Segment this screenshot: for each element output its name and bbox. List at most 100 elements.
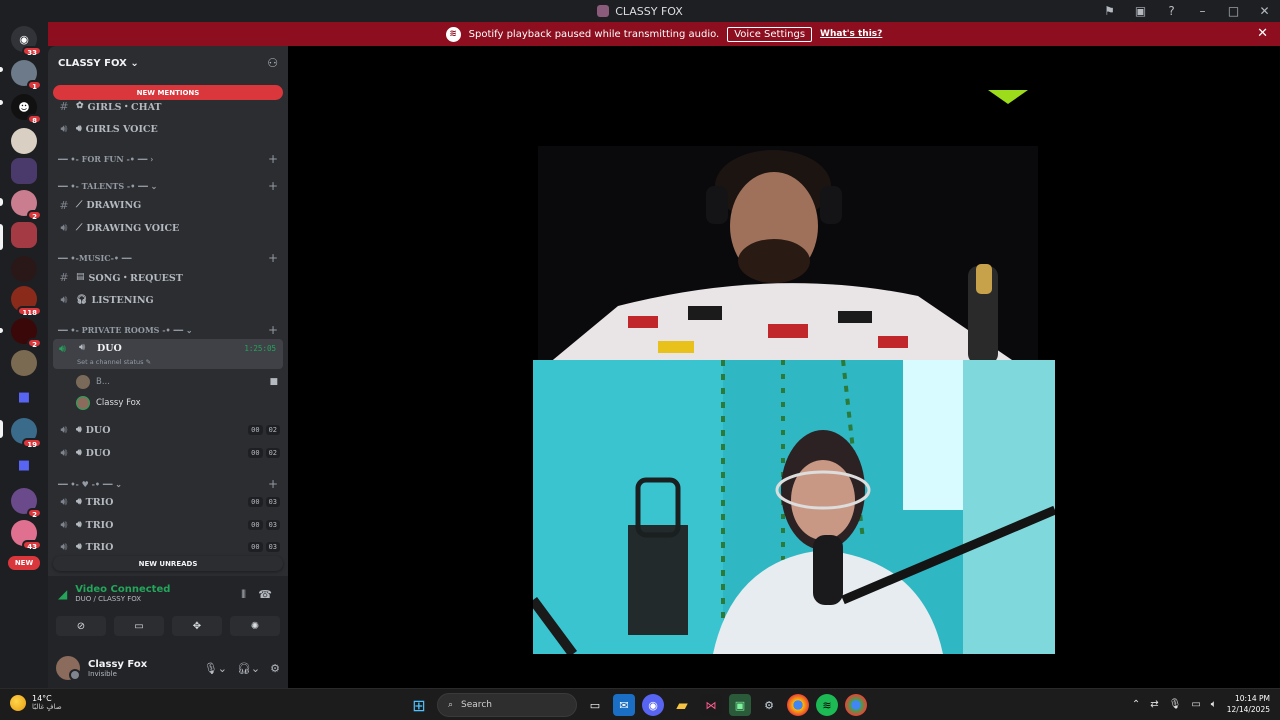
voice-channel-icon: 🔊︎ <box>60 540 68 553</box>
category-music[interactable]: ━━ •-MUSIC-• ━━ + <box>58 251 278 265</box>
channel-item[interactable]: # ✿ GIRLS・CHAT <box>56 96 280 116</box>
channel-item[interactable]: 🔊︎ 🔊︎ GIRLS VOICE <box>56 119 280 139</box>
channel-item[interactable]: 🔊︎ 🔊︎ TRIO 00 03 <box>56 492 280 512</box>
server-icon[interactable] <box>11 350 37 376</box>
category-private-rooms[interactable]: ━━ •- PRIVATE ROOMS -• ━━ ⌄ + <box>58 323 278 337</box>
channel-name: TRIO <box>85 496 114 508</box>
channel-item[interactable]: 🔊︎ 🔊︎ DUO 00 02 <box>56 443 280 463</box>
chevron-right-icon: › <box>150 154 154 164</box>
server-icon[interactable] <box>11 256 37 282</box>
outlook-icon[interactable]: ✉ <box>613 694 635 716</box>
unread-badge: 2 <box>27 508 42 519</box>
screen-share-button[interactable]: ▭ <box>114 616 164 636</box>
server-icon[interactable]: 118 <box>11 286 42 317</box>
server-folder-icon[interactable]: ■ <box>11 452 37 478</box>
server-icon[interactable]: 2 <box>11 488 42 519</box>
steam-icon[interactable]: ⚙ <box>758 694 780 716</box>
network-share-icon[interactable]: ⇄ <box>1150 699 1158 710</box>
voice-user[interactable]: Classy Fox <box>76 393 286 413</box>
server-icon[interactable]: ☻ 8 <box>11 94 42 125</box>
minimize-button[interactable]: – <box>1187 0 1218 22</box>
new-unreads-pill[interactable]: NEW UNREADS <box>53 556 283 571</box>
task-view-icon[interactable]: ▭ <box>584 694 606 716</box>
channel-item[interactable]: 🔊︎ ⟋ DRAWING VOICE <box>56 218 280 238</box>
noise-suppression-icon[interactable]: ⦀ <box>241 588 246 602</box>
activities-button[interactable]: ✥ <box>172 616 222 636</box>
camera-off-button[interactable]: ⊘ <box>56 616 106 636</box>
category-for-fun[interactable]: ━━ •- FOR FUN -• ━━ › + <box>58 152 278 166</box>
classy-fox-server-icon[interactable] <box>11 222 37 248</box>
category-heart[interactable]: ━━ •- ♥ -• ━━ ⌄ + <box>58 477 278 491</box>
video-tile-self[interactable] <box>533 360 1055 654</box>
channel-item[interactable]: 🔊︎ 🔊︎ DUO 00 02 <box>56 420 280 440</box>
soundboard-button[interactable]: ✺ <box>230 616 280 636</box>
chevron-up-icon[interactable]: ⌃ <box>1132 699 1140 710</box>
display-icon[interactable]: ▭ <box>1191 699 1200 710</box>
voice-user-name: Classy Fox <box>96 398 141 408</box>
voice-settings-button[interactable]: Voice Settings <box>727 26 813 42</box>
headphones-icon[interactable]: 🎧︎⌄ <box>237 662 260 675</box>
user-avatar[interactable] <box>56 656 81 681</box>
server-icon[interactable] <box>11 128 37 154</box>
voice-user[interactable]: B... ■ <box>76 372 286 392</box>
channel-name: DUO <box>85 447 111 459</box>
channel-status[interactable]: Set a channel status ✎ <box>77 358 151 366</box>
server-folder-icon[interactable]: ■ <box>11 384 37 410</box>
microphone-icon[interactable]: 🎙︎ <box>1169 699 1182 710</box>
guild-header[interactable]: CLASSY FOX ⌄ ⚇ <box>48 46 288 80</box>
chrome-profile-icon[interactable] <box>845 694 867 716</box>
voice-channel-icon: 🔊︎ <box>76 542 82 552</box>
self-video <box>533 360 1055 654</box>
microphone-icon[interactable]: 🎙︎⌄ <box>204 662 227 675</box>
server-icon[interactable]: 2 <box>11 190 42 221</box>
emoji-icon: ✿ <box>76 101 84 111</box>
server-icon[interactable]: 19 <box>11 418 42 449</box>
server-icon[interactable]: 1 <box>11 60 42 91</box>
chrome-icon[interactable] <box>787 694 809 716</box>
channel-item[interactable]: 🔊︎ 🎧︎ LISTENING <box>56 290 280 310</box>
flag-icon[interactable]: ⚑ <box>1094 0 1125 22</box>
user-info[interactable]: Classy Fox Invisible <box>88 659 147 678</box>
create-channel-icon[interactable]: + <box>268 251 278 265</box>
close-banner-icon[interactable]: ✕ <box>1257 26 1268 41</box>
spotify-icon[interactable]: ≋ <box>816 694 838 716</box>
user-limit-value: 03 <box>265 542 280 552</box>
server-icon[interactable]: 43 <box>11 520 42 551</box>
channel-item[interactable]: # ▤ SONG・REQUEST <box>56 267 280 287</box>
direct-messages-icon[interactable]: ◉ 33 <box>11 26 42 57</box>
new-servers-badge[interactable]: NEW <box>8 556 40 570</box>
inbox-icon[interactable]: ▣ <box>1125 0 1156 22</box>
category-talents[interactable]: ━━ •- TALENTS -• ━━ ⌄ + <box>58 179 278 193</box>
create-channel-icon[interactable]: + <box>268 477 278 491</box>
discord-app: CLASSY FOX ⚑ ▣ ? – □ ✕ ≋ Spotify playbac… <box>0 0 1280 688</box>
maximize-button[interactable]: □ <box>1218 0 1249 22</box>
windows-start-icon[interactable]: ⊞ <box>408 694 430 716</box>
channel-item[interactable]: # ⟋ DRAWING <box>56 195 280 215</box>
create-channel-icon[interactable]: + <box>268 152 278 166</box>
create-channel-icon[interactable]: + <box>268 179 278 193</box>
voice-connection-status[interactable]: ◢ Video Connected DUO / CLASSY FOX <box>58 584 170 603</box>
create-channel-icon[interactable]: + <box>268 323 278 337</box>
disconnect-icon[interactable]: ☎ <box>258 588 272 601</box>
terminal-icon[interactable]: ▣ <box>729 694 751 716</box>
discord-icon[interactable]: ◉ <box>642 694 664 716</box>
taskbar-search[interactable]: ⌕ Search <box>437 693 577 717</box>
channel-item[interactable]: 🔊︎ 🔊︎ TRIO 00 03 <box>56 515 280 535</box>
server-icon[interactable]: 2 <box>11 318 42 349</box>
clock[interactable]: 10:14 PM 12/14/2025 <box>1227 693 1270 715</box>
settings-gear-icon[interactable]: ⚙ <box>270 662 280 675</box>
active-voice-channel[interactable]: 🔊︎ DUO 🔊︎ Set a channel status ✎ 1:25:05 <box>53 339 283 369</box>
video-tile-participant[interactable] <box>538 146 1038 364</box>
server-icon[interactable] <box>11 158 37 184</box>
channel-name: GIRLS・CHAT <box>87 102 162 113</box>
close-window-button[interactable]: ✕ <box>1249 0 1280 22</box>
voice-channel-icon: 🔊︎ <box>76 425 82 435</box>
whats-this-link[interactable]: What's this? <box>820 29 882 39</box>
channel-item[interactable]: 🔊︎ 🔊︎ TRIO 00 03 <box>56 537 280 557</box>
invite-people-icon[interactable]: ⚇ <box>267 56 278 70</box>
weather-widget[interactable]: 14°C صافٍ غالبًا <box>10 694 62 711</box>
help-icon[interactable]: ? <box>1156 0 1187 22</box>
capcut-icon[interactable]: ⋈ <box>700 694 722 716</box>
speaker-icon[interactable]: 🔈︎ <box>1211 699 1217 710</box>
file-explorer-icon[interactable]: ▰ <box>671 694 693 716</box>
